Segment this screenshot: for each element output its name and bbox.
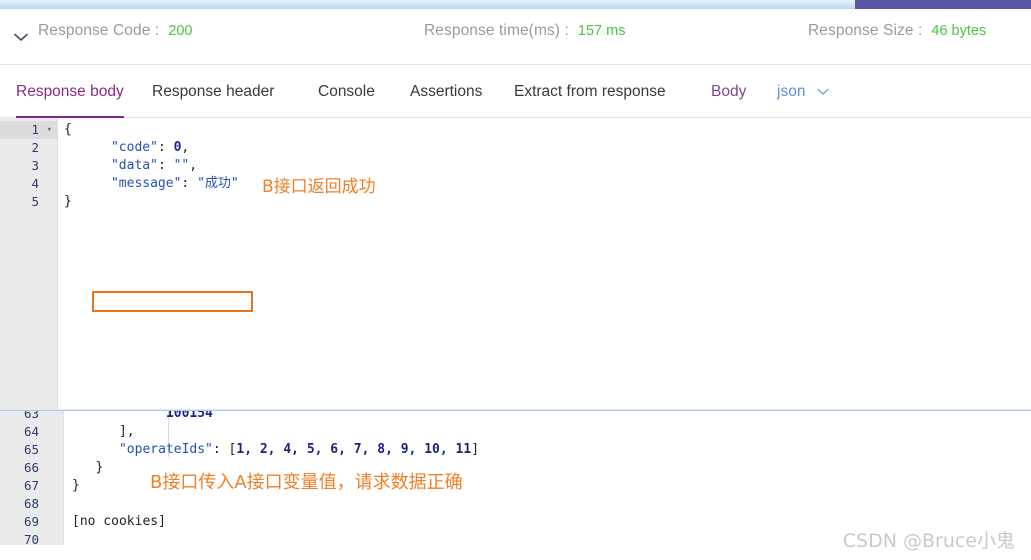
code-fold-icon[interactable]: ▾ [47,121,52,139]
line-number: 70 [23,532,39,545]
watermark: CSDN @Bruce小鬼 [842,530,1015,552]
tab-response-body[interactable]: Response body [16,66,124,118]
code-token: [no cookies] [72,514,166,529]
code-token: } [72,460,104,475]
code-line: } [64,477,80,495]
code-token: , [181,140,190,155]
response-code-group: Response Code : 200 [38,22,192,40]
tab-extract-from-response[interactable]: Extract from response [514,66,666,118]
code-token: 1, 2, 4, 5, 6, 7, 8, 9, 10, 11 [236,442,472,457]
response-body-editor[interactable]: 1 ▾ 2 3 4 5 { "code": 0, "data": "", "message… [0,118,1031,409]
code-token: "" [173,158,190,173]
response-size-group: Response Size : 46 bytes [808,22,986,40]
chevron-down-icon[interactable] [817,88,830,96]
tab-body[interactable]: Body [711,66,746,118]
line-number: 66 [23,460,39,475]
tab-assertions[interactable]: Assertions [410,66,482,118]
line-number: 68 [23,496,39,511]
code-line: } [58,193,72,211]
response-size-label: Response Size : [808,22,923,39]
annotation-variable-passed: B接口传入A接口变量值，请求数据正确 [150,472,463,493]
code-line: [no cookies] [64,513,166,531]
line-number: 4 [31,176,39,191]
response-summary-bar: Response Code : 200 Response time(ms) : … [0,9,1031,65]
response-time-value: 157 ms [577,23,626,39]
tab-label: Response body [16,83,124,100]
response-tabbar: Response body Response header Console Asser… [0,66,1031,118]
code-line: } [64,459,103,477]
code-token: { [64,122,72,137]
code-token: ] [471,442,480,457]
line-number: 69 [23,514,39,529]
code-token: "code" [110,140,158,155]
line-number: 64 [23,424,39,439]
tab-label: json [777,83,806,100]
code-line: ], [64,423,135,441]
tab-label: Response header [152,83,275,100]
code-token: ], [72,424,135,439]
line-number: 67 [23,478,39,493]
code-token: "operateIds" [118,442,213,457]
code-line: { [58,121,72,139]
response-viewer: Response Code : 200 Response time(ms) : … [0,0,1031,560]
code-token: : [157,158,174,173]
code-token: } [64,194,72,209]
line-number: 1 ▾ [0,121,57,139]
response-body-code[interactable]: { "code": 0, "data": "", "message": "成功"… [58,118,1031,409]
tab-json[interactable]: json [777,66,830,118]
line-number: 5 [31,194,39,209]
annotation-response-success: B接口返回成功 [262,177,376,197]
code-token: "成功" [197,176,239,191]
response-size-value: 46 bytes [931,23,987,39]
response-code-value: 200 [168,23,193,39]
horizontal-scrollbar-thumb[interactable] [855,0,1031,9]
horizontal-scrollbar-track[interactable] [0,0,1031,9]
tab-label: Body [711,83,747,100]
tab-console[interactable]: Console [318,66,375,118]
line-number: 63 [23,411,39,421]
tab-label: Extract from response [514,83,666,100]
code-line: "operateIds": [1, 2, 4, 5, 6, 7, 8, 9, 1… [64,441,479,459]
line-number-gutter: 1 ▾ 2 3 4 5 [0,118,58,409]
code-line: "code": 0, [58,139,189,157]
code-line: "message": "成功" [58,175,239,193]
line-number-gutter-bottom: 63 64 65 66 67 68 69 70 [0,411,64,545]
code-token: 100154 [72,411,213,421]
response-code-label: Response Code : [38,22,160,39]
tab-response-header[interactable]: Response header [152,66,274,118]
response-time-group: Response time(ms) : 157 ms [424,22,625,40]
code-token: : [181,176,198,191]
line-number: 65 [23,442,39,457]
tab-label: Console [318,83,375,100]
code-token: "data" [110,158,158,173]
code-token: : [ [212,442,237,457]
line-number: 2 [31,140,39,155]
code-token: } [72,478,80,493]
code-token: , [189,158,198,173]
code-line: "data": "", [58,157,197,175]
code-token: : [157,140,174,155]
line-number: 3 [31,158,39,173]
code-token: "message" [110,176,182,191]
response-time-label: Response time(ms) : [424,22,569,39]
chevron-down-icon[interactable] [12,28,30,46]
tab-label: Assertions [410,83,483,100]
code-line: 100154 [64,411,213,423]
